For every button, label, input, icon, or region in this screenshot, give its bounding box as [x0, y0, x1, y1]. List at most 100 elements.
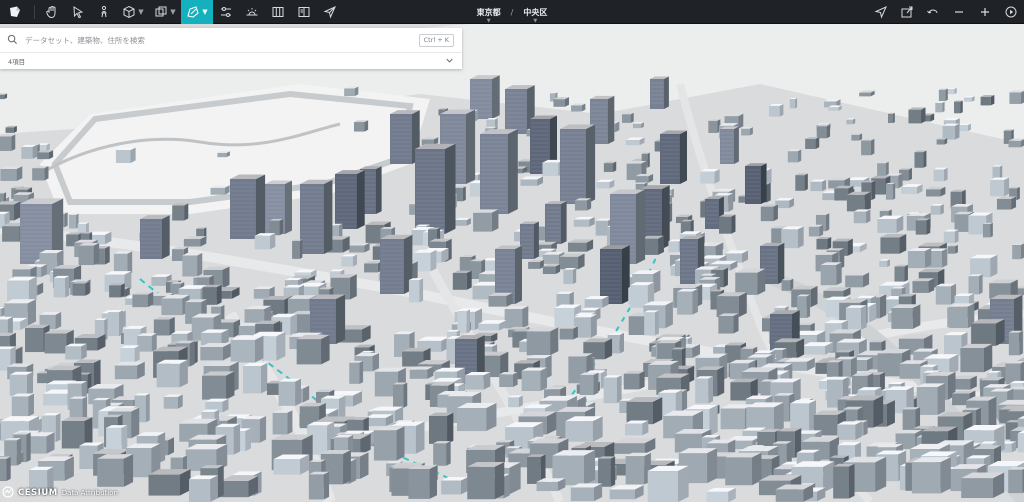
building[interactable] [720, 408, 745, 430]
building[interactable] [542, 162, 559, 177]
building[interactable] [478, 323, 500, 331]
building[interactable] [899, 363, 921, 379]
building[interactable] [273, 459, 301, 475]
building[interactable] [210, 187, 225, 195]
building[interactable] [217, 152, 227, 158]
building[interactable] [700, 171, 715, 184]
pan-hand-button[interactable] [39, 0, 65, 24]
building[interactable] [1008, 469, 1023, 494]
building[interactable] [574, 200, 587, 211]
building[interactable] [971, 323, 996, 346]
building[interactable] [901, 186, 917, 194]
data-attribution-link[interactable]: Data Attribution [62, 489, 118, 497]
building[interactable] [242, 365, 261, 394]
building[interactable] [536, 481, 558, 492]
building[interactable] [428, 415, 448, 444]
building[interactable] [735, 272, 758, 295]
tower-building[interactable] [505, 89, 527, 134]
building[interactable] [465, 375, 484, 390]
building[interactable] [816, 238, 828, 250]
building[interactable] [106, 427, 122, 451]
building[interactable] [644, 312, 656, 336]
building[interactable] [163, 396, 178, 409]
building[interactable] [775, 489, 804, 502]
building[interactable] [408, 280, 420, 303]
building[interactable] [730, 382, 751, 401]
building[interactable] [914, 152, 924, 168]
building[interactable] [109, 285, 121, 298]
building[interactable] [963, 97, 972, 102]
building[interactable] [61, 420, 85, 449]
building[interactable] [961, 478, 994, 498]
building[interactable] [9, 374, 27, 396]
building[interactable] [579, 374, 594, 396]
building[interactable] [521, 370, 541, 391]
map-3d-viewport[interactable]: CESIUM Data Attribution [0, 24, 1024, 502]
building[interactable] [452, 273, 467, 290]
building[interactable] [202, 375, 227, 400]
building[interactable] [980, 96, 991, 106]
building[interactable] [200, 346, 223, 361]
building[interactable] [947, 88, 955, 95]
building[interactable] [272, 412, 288, 435]
building[interactable] [37, 152, 49, 160]
building[interactable] [912, 281, 929, 293]
building[interactable] [887, 113, 894, 123]
building[interactable] [695, 378, 709, 404]
building[interactable] [253, 289, 270, 299]
building[interactable] [44, 333, 67, 354]
building[interactable] [621, 114, 631, 123]
building[interactable] [292, 240, 300, 259]
building[interactable] [907, 250, 926, 269]
building[interactable] [568, 242, 587, 252]
building[interactable] [114, 365, 138, 380]
building[interactable] [942, 125, 956, 140]
building[interactable] [885, 184, 893, 200]
building[interactable] [21, 146, 33, 159]
building[interactable] [0, 458, 7, 482]
building[interactable] [171, 249, 184, 261]
building[interactable] [894, 266, 905, 282]
building[interactable] [915, 220, 927, 235]
building[interactable] [933, 169, 944, 182]
building[interactable] [769, 105, 780, 117]
building[interactable] [0, 136, 12, 151]
building[interactable] [787, 151, 798, 163]
building[interactable] [188, 479, 211, 502]
building[interactable] [623, 373, 640, 390]
building[interactable] [230, 339, 255, 363]
building[interactable] [0, 94, 5, 100]
building[interactable] [802, 346, 826, 355]
tower-building[interactable] [390, 114, 412, 164]
building[interactable] [108, 312, 120, 337]
building[interactable] [220, 480, 249, 498]
undo-button[interactable] [920, 0, 946, 24]
building[interactable] [408, 468, 430, 499]
building[interactable] [25, 327, 44, 353]
building[interactable] [741, 128, 750, 136]
building[interactable] [816, 126, 827, 139]
building[interactable] [647, 471, 679, 502]
building[interactable] [554, 307, 575, 329]
building[interactable] [97, 458, 124, 487]
building[interactable] [433, 443, 447, 466]
building[interactable] [795, 175, 805, 191]
building[interactable] [935, 286, 951, 305]
building[interactable] [69, 214, 77, 229]
building[interactable] [845, 275, 863, 288]
building[interactable] [373, 430, 397, 461]
building[interactable] [563, 269, 573, 284]
building[interactable] [1008, 332, 1020, 356]
building[interactable] [891, 307, 913, 329]
building[interactable] [183, 239, 201, 247]
building[interactable] [254, 235, 271, 250]
building[interactable] [1009, 92, 1022, 104]
building[interactable] [861, 140, 871, 156]
building[interactable] [947, 246, 956, 254]
building[interactable] [725, 457, 753, 486]
building[interactable] [845, 307, 862, 330]
building[interactable] [595, 220, 609, 236]
building[interactable] [37, 373, 48, 384]
tower-building[interactable] [520, 224, 534, 259]
building[interactable] [528, 261, 540, 269]
